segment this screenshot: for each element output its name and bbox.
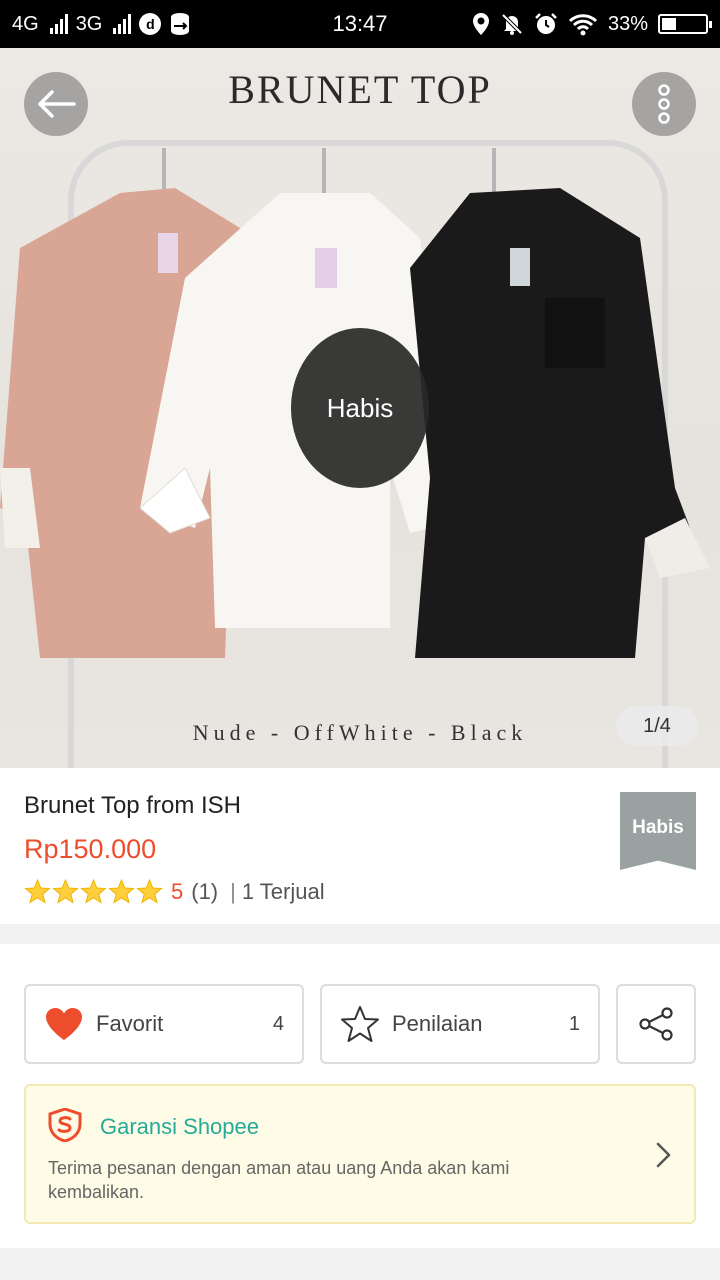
more-options-button[interactable] xyxy=(632,72,696,136)
wifi-icon xyxy=(568,14,598,36)
battery-icon xyxy=(658,14,712,34)
back-arrow-icon xyxy=(38,90,76,118)
star-icon xyxy=(108,878,135,904)
star-icon xyxy=(80,878,107,904)
star-icon xyxy=(136,878,163,904)
favorite-label: Favorit xyxy=(96,1011,164,1036)
location-icon xyxy=(472,13,489,35)
shield-icon xyxy=(48,1108,82,1142)
sold-out-badge: Habis xyxy=(620,792,696,870)
rating-button-count: 1 xyxy=(568,1012,580,1035)
star-outline-icon xyxy=(340,1004,380,1044)
rating-count: (1) xyxy=(191,878,219,904)
product-info: Brunet Top from ISH Rp150.000 5 (1) | 1 … xyxy=(0,768,720,924)
image-pager: 1/4 xyxy=(616,706,698,746)
share-icon xyxy=(639,1007,673,1041)
image-title: BRUNET TOP xyxy=(228,67,492,112)
rating-label: Penilaian xyxy=(392,1011,483,1036)
rating-summary[interactable]: 5 (1) | 1 Terjual xyxy=(24,878,325,905)
alarm-icon xyxy=(535,13,557,34)
guarantee-title: Garansi Shopee xyxy=(100,1114,259,1139)
status-bar-right: 33% xyxy=(472,0,712,48)
battery-level xyxy=(662,18,676,30)
shopee-guarantee-banner[interactable]: Garansi Shopee Terima pesanan dengan ama… xyxy=(24,1084,696,1224)
star-icon xyxy=(24,878,51,904)
star-icon xyxy=(52,878,79,904)
favorite-button[interactable]: Favorit 4 xyxy=(24,984,304,1064)
guarantee-description: Terima pesanan dengan aman atau uang And… xyxy=(48,1158,510,1202)
rating-button[interactable]: Penilaian 1 xyxy=(320,984,600,1064)
heart-icon xyxy=(44,1004,84,1044)
chevron-right-icon xyxy=(656,1142,671,1168)
separator: | xyxy=(230,878,236,904)
black-shirt-image xyxy=(410,188,710,658)
share-button[interactable] xyxy=(616,984,696,1064)
product-name: Brunet Top from ISH xyxy=(24,792,241,819)
product-price: Rp150.000 xyxy=(24,834,157,864)
rating-score: 5 xyxy=(171,878,184,904)
back-button[interactable] xyxy=(24,72,88,136)
more-vertical-icon xyxy=(658,84,670,124)
colors-caption: Nude - OffWhite - Black xyxy=(192,720,528,745)
sold-out-overlay: Habis xyxy=(291,328,429,488)
status-bar: 4G 3G d 13:47 33% xyxy=(0,0,720,48)
rating-stars xyxy=(24,878,163,905)
favorite-count: 4 xyxy=(272,1012,284,1035)
battery-percent: 33% xyxy=(607,12,648,35)
product-image-gallery[interactable]: BRUNET TOP Nude - OffWhite - Black Habis… xyxy=(0,48,720,768)
sold-count: 1 Terjual xyxy=(241,878,325,904)
product-actions: Favorit 4 Penilaian 1 Garansi Shopee Ter… xyxy=(0,944,720,1248)
mute-icon xyxy=(501,13,523,35)
